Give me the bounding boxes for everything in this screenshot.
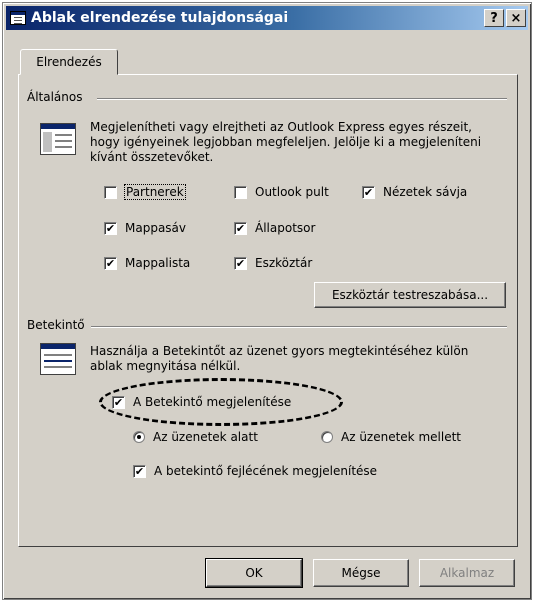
general-description: Megjelenítheti vagy elrejtheti az Outloo… — [90, 120, 482, 164]
checkbox-contacts-label: Partnerek — [124, 184, 186, 200]
radio-dot[interactable] — [321, 431, 333, 443]
general-group-label: Általános — [27, 90, 87, 104]
checkbox-folder-list-label: Mappalista — [125, 256, 191, 270]
window-layout-icon — [10, 11, 26, 25]
radio-below-messages[interactable]: Az üzenetek alatt — [133, 430, 258, 444]
checkbox-folder-bar-label: Mappasáv — [125, 221, 187, 235]
radio-beside-messages[interactable]: Az üzenetek mellett — [321, 430, 461, 444]
checkbox-contacts[interactable]: Partnerek — [104, 184, 186, 200]
checkbox-box[interactable] — [104, 185, 117, 199]
checkbox-toolbar-label: Eszköztár — [255, 256, 313, 270]
customize-toolbar-button[interactable]: Eszköztár testreszabása... — [314, 282, 506, 308]
checkbox-box[interactable]: ✔ — [362, 185, 375, 199]
checkbox-box[interactable]: ✔ — [133, 464, 146, 478]
checkbox-folder-bar[interactable]: ✔ Mappasáv — [104, 221, 186, 235]
checkbox-show-header-label: A betekintő fejlécének megjelenítése — [154, 464, 378, 478]
checkbox-status-bar[interactable]: ✔ Állapotsor — [234, 221, 315, 235]
properties-dialog: Ablak elrendezése tulajdonságai ? × Elre… — [2, 2, 532, 600]
checkbox-views-bar[interactable]: ✔ Nézetek sávja — [362, 185, 467, 199]
close-button[interactable]: × — [506, 9, 526, 27]
checkbox-outlook-bar-label: Outlook pult — [255, 185, 329, 199]
checkbox-box[interactable]: ✔ — [234, 256, 247, 270]
preview-group-label: Betekintő — [27, 318, 89, 332]
general-divider — [97, 98, 507, 100]
preview-divider — [91, 326, 507, 328]
checkbox-box[interactable]: ✔ — [112, 395, 125, 409]
preview-description: Használja a Betekintőt az üzenet gyors m… — [90, 344, 469, 373]
checkbox-views-bar-label: Nézetek sávja — [383, 185, 468, 199]
checkbox-status-bar-label: Állapotsor — [255, 221, 316, 235]
checkbox-folder-list[interactable]: ✔ Mappalista — [104, 256, 190, 270]
layout-icon — [40, 123, 76, 155]
help-button[interactable]: ? — [484, 9, 504, 27]
apply-button[interactable]: Alkalmaz — [419, 559, 515, 587]
title-bar[interactable]: Ablak elrendezése tulajdonságai ? × — [6, 6, 528, 30]
checkbox-box[interactable] — [234, 185, 247, 199]
tab-layout[interactable]: Elrendezés — [20, 49, 118, 75]
checkbox-show-header[interactable]: ✔ A betekintő fejlécének megjelenítése — [133, 464, 377, 478]
checkbox-outlook-bar[interactable]: Outlook pult — [234, 185, 329, 199]
checkbox-show-preview[interactable]: ✔ A Betekintő megjelenítése — [112, 395, 291, 409]
checkbox-show-preview-label: A Betekintő megjelenítése — [133, 395, 292, 409]
radio-beside-messages-label: Az üzenetek mellett — [341, 430, 461, 444]
checkbox-toolbar[interactable]: ✔ Eszköztár — [234, 256, 312, 270]
radio-below-messages-label: Az üzenetek alatt — [153, 430, 258, 444]
preview-pane-icon — [40, 343, 76, 375]
cancel-button[interactable]: Mégse — [313, 559, 409, 587]
checkbox-box[interactable]: ✔ — [104, 221, 117, 235]
checkbox-box[interactable]: ✔ — [104, 256, 117, 270]
checkbox-box[interactable]: ✔ — [234, 221, 247, 235]
ok-button[interactable]: OK — [205, 558, 303, 588]
radio-dot[interactable] — [133, 431, 145, 443]
window-title: Ablak elrendezése tulajdonságai — [31, 10, 289, 26]
